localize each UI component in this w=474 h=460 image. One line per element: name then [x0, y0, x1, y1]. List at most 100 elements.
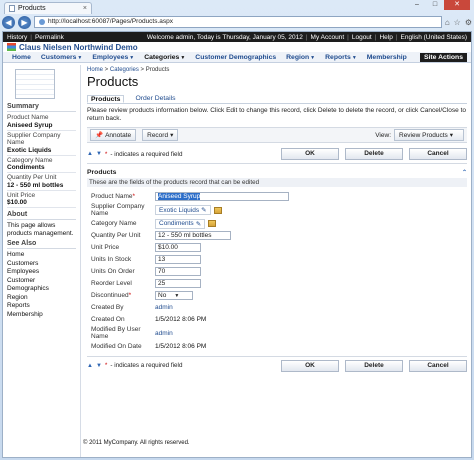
window-close-button[interactable]: ✕: [444, 0, 470, 10]
created-on-value: 1/5/2012 8:06 PM: [155, 316, 207, 323]
view-dropdown[interactable]: Review Products ▾: [394, 129, 464, 141]
delete-button[interactable]: Delete: [345, 148, 403, 160]
chevron-down-icon: ▾: [170, 132, 174, 139]
category-lookup[interactable]: Condiments ✎: [155, 218, 206, 229]
favorites-star-icon[interactable]: ☆: [454, 18, 461, 27]
arrow-up-icon[interactable]: ▲: [87, 151, 93, 157]
tab-close-icon[interactable]: ×: [83, 5, 87, 12]
view-selector: View: Review Products ▾: [375, 129, 464, 141]
product-name-value: Aniseed Syrup: [158, 193, 201, 200]
see-also-customers[interactable]: Customers: [7, 260, 76, 269]
chevron-down-icon: ▼: [174, 293, 180, 299]
supplier-lookup[interactable]: Exotic Liquids ✎: [155, 205, 211, 215]
arrow-down-icon[interactable]: ▼: [96, 151, 102, 157]
see-also-heading: See Also: [7, 240, 76, 249]
collapse-icon[interactable]: ⌃: [462, 169, 467, 176]
folder-icon[interactable]: [213, 206, 222, 214]
separator: |: [305, 33, 308, 41]
logout-link[interactable]: Logout: [352, 34, 372, 41]
see-also-employees[interactable]: Employees: [7, 268, 76, 277]
cancel-button[interactable]: Cancel: [409, 359, 467, 372]
tab-order-details[interactable]: Order Details: [132, 95, 178, 103]
required-star-icon: *: [128, 292, 132, 299]
menu-home[interactable]: Home: [7, 54, 36, 61]
ok-button[interactable]: OK: [281, 359, 339, 372]
form-row-units-order: Units On Order 70: [87, 266, 467, 277]
tab-products[interactable]: Products: [87, 95, 125, 103]
breadcrumb-home[interactable]: Home: [87, 67, 103, 73]
back-icon[interactable]: ◀: [2, 15, 15, 29]
menu-region-label: Region: [286, 53, 310, 61]
arrow-up-icon[interactable]: ▲: [87, 363, 93, 369]
units-order-input[interactable]: 70: [155, 267, 201, 276]
delete-button[interactable]: Delete: [345, 359, 403, 372]
permalink-link[interactable]: Permalink: [35, 34, 64, 41]
section-header: Products ⌃: [87, 169, 467, 176]
my-account-link[interactable]: My Account: [311, 34, 345, 41]
see-also-customer-demographics[interactable]: Customer Demographics: [7, 277, 76, 294]
menu-membership[interactable]: Membership: [362, 54, 412, 61]
created-by-value[interactable]: admin: [155, 304, 173, 311]
discontinued-value: No: [158, 292, 167, 299]
maximize-button[interactable]: □: [426, 0, 444, 10]
see-also-membership[interactable]: Membership: [7, 311, 76, 320]
folder-icon[interactable]: [208, 220, 217, 227]
menu-customers[interactable]: Customers▼: [36, 54, 87, 61]
arrow-down-icon[interactable]: ▼: [96, 363, 102, 369]
see-also-home[interactable]: Home: [7, 251, 76, 260]
required-note: - indicates a required field: [110, 150, 183, 158]
app-titlebar: Claus Nielsen Northwind Demo: [3, 42, 471, 52]
form-row-discontinued: Discontinued* No ▼: [87, 290, 467, 301]
chevron-down-icon: ▼: [129, 54, 135, 61]
modified-on-label: Modified On Date: [91, 343, 142, 350]
address-bar[interactable]: http://localhost:60087/Pages/Products.as…: [34, 16, 442, 28]
see-also-region[interactable]: Region: [7, 294, 76, 303]
field-label: Product Name*: [87, 193, 155, 200]
see-also-reports[interactable]: Reports: [7, 302, 76, 311]
edit-pencil-icon: ✎: [201, 207, 207, 214]
menu-reports-label: Reports: [325, 53, 351, 61]
browser-toolbar: ⌂ ☆ ⚙: [445, 18, 472, 27]
about-text: This page allows products management.: [7, 222, 74, 237]
language-link[interactable]: English (United States): [401, 34, 467, 41]
annotate-button[interactable]: 📌 Annotate: [90, 129, 137, 141]
menu-reports[interactable]: Reports▼: [320, 54, 362, 61]
browser-tab[interactable]: Products ×: [4, 2, 92, 14]
form-row-modified-by: Modified By User Name admin: [87, 326, 467, 340]
form-row-modified-on: Modified On Date 1/5/2012 8:06 PM: [87, 341, 467, 352]
minimize-button[interactable]: –: [408, 0, 426, 10]
history-link[interactable]: History: [7, 34, 27, 41]
summary-label: Supplier Company Name: [7, 131, 61, 147]
menu-employees[interactable]: Employees▼: [87, 54, 139, 61]
forward-icon[interactable]: ▶: [18, 15, 31, 29]
required-star-icon: *: [104, 150, 108, 158]
ok-button[interactable]: OK: [281, 148, 339, 160]
home-icon[interactable]: ⌂: [445, 18, 450, 27]
reorder-label: Reorder Level: [91, 280, 132, 287]
site-actions-button[interactable]: Site Actions: [419, 52, 467, 62]
help-link[interactable]: Help: [379, 34, 392, 41]
form-row-units-stock: Units In Stock 13: [87, 254, 467, 265]
units-stock-input[interactable]: 13: [155, 255, 201, 264]
unit-price-input[interactable]: $10.00: [155, 243, 201, 252]
window-controls: – □ ✕: [408, 0, 470, 10]
breadcrumb-categories[interactable]: Categories: [110, 67, 139, 73]
menu-customer-demographics[interactable]: Customer Demographics: [190, 54, 281, 61]
discontinued-select[interactable]: No ▼: [155, 291, 193, 300]
chevron-down-icon: ▼: [351, 54, 357, 61]
section-title: Products: [87, 169, 117, 176]
qpu-input[interactable]: 12 - 550 ml bottles: [155, 231, 231, 240]
menu-region[interactable]: Region▼: [281, 54, 320, 61]
tools-gear-icon[interactable]: ⚙: [465, 18, 472, 27]
reorder-input[interactable]: 25: [155, 279, 201, 288]
cancel-button[interactable]: Cancel: [409, 148, 467, 160]
menu-categories[interactable]: Categories▼: [139, 54, 190, 61]
form-row-reorder: Reorder Level 25: [87, 278, 467, 289]
app-logo-icon: [7, 43, 16, 51]
record-menu-button[interactable]: Record ▾: [142, 129, 179, 141]
form-row-unit-price: Unit Price $10.00: [87, 242, 467, 253]
top-command-bar: ▲ ▼ * - indicates a required field OK De…: [87, 146, 467, 162]
product-name-input[interactable]: Aniseed Syrup: [155, 192, 289, 201]
modified-by-value[interactable]: admin: [155, 330, 173, 337]
units-order-label: Units On Order: [91, 268, 135, 275]
